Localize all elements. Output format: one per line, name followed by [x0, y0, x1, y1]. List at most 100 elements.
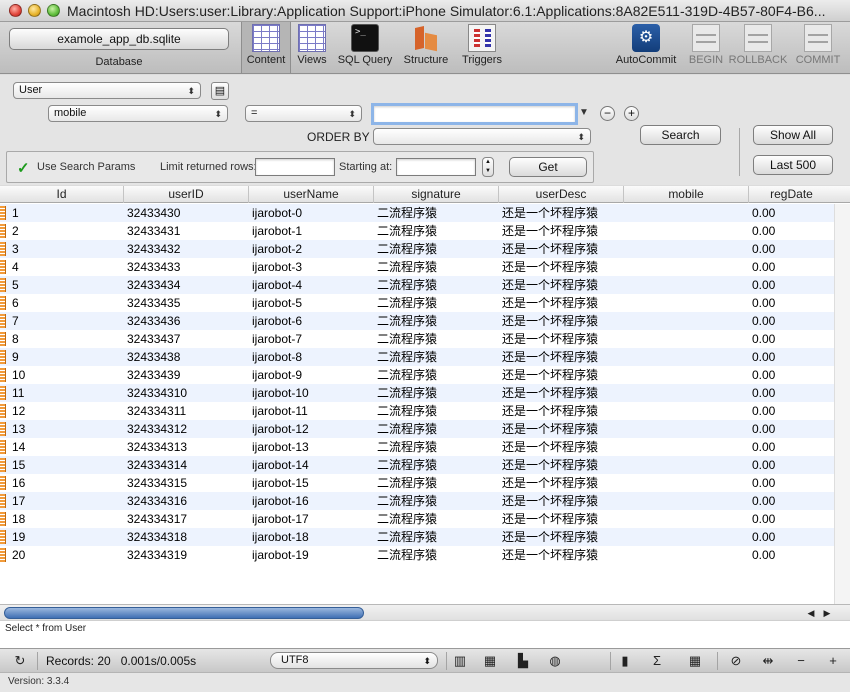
table-cell[interactable]: 0.00 [752, 402, 832, 420]
table-cell[interactable] [627, 510, 747, 528]
split-view-icon[interactable]: ▥ [451, 652, 469, 670]
table-cell[interactable]: 还是一个坏程序猿 [502, 204, 622, 222]
table-cell[interactable]: 0.00 [752, 240, 832, 258]
tab-structure[interactable]: Structure [399, 24, 453, 66]
table-cell[interactable]: 1 [12, 204, 122, 222]
table-cell[interactable]: 14 [12, 438, 122, 456]
table-cell[interactable]: 324334319 [127, 546, 247, 564]
table-cell[interactable]: 17 [12, 492, 122, 510]
chevron-down-icon[interactable]: ▼ [579, 107, 589, 118]
table-cell[interactable]: 3 [12, 240, 122, 258]
sum-icon[interactable]: Σ [648, 652, 666, 670]
table-row[interactable]: 7 32433436 ijarobot-6 二流程序猿 还是一个坏程序猿 0.00 [0, 312, 834, 330]
table-cell[interactable]: 0.00 [752, 222, 832, 240]
table-cell[interactable] [627, 294, 747, 312]
tab-views[interactable]: Views [294, 24, 330, 66]
search-value-input[interactable] [371, 103, 578, 125]
table-cell[interactable]: ijarobot-11 [252, 402, 372, 420]
table-row[interactable]: 6 32433435 ijarobot-5 二流程序猿 还是一个坏程序猿 0.00 [0, 294, 834, 312]
table-cell[interactable]: 0.00 [752, 312, 832, 330]
table-cell[interactable]: ijarobot-16 [252, 492, 372, 510]
table-cell[interactable]: 19 [12, 528, 122, 546]
table-cell[interactable]: ijarobot-19 [252, 546, 372, 564]
column-header-id[interactable]: Id [0, 186, 124, 203]
table-cell[interactable]: ijarobot-13 [252, 438, 372, 456]
table-cell[interactable]: 还是一个坏程序猿 [502, 546, 622, 564]
table-cell[interactable]: 10 [12, 366, 122, 384]
table-cell[interactable]: ijarobot-1 [252, 222, 372, 240]
table-cell[interactable]: 还是一个坏程序猿 [502, 384, 622, 402]
remove-filter-button[interactable]: − [600, 106, 615, 121]
table-row[interactable]: 20 324334319 ijarobot-19 二流程序猿 还是一个坏程序猿 0.00 [0, 546, 834, 564]
table-cell[interactable]: 二流程序猿 [377, 204, 497, 222]
table-row[interactable]: 17 324334316 ijarobot-16 二流程序猿 还是一个坏程序猿 0.00 [0, 492, 834, 510]
column-header-username[interactable]: userName [249, 186, 374, 203]
column-header-userid[interactable]: userID [124, 186, 249, 203]
table-cell[interactable]: 二流程序猿 [377, 492, 497, 510]
table-cell[interactable]: ijarobot-6 [252, 312, 372, 330]
table-cell[interactable]: 16 [12, 474, 122, 492]
table-cell[interactable] [627, 240, 747, 258]
encoding-select[interactable]: UTF8 ⬍ [270, 652, 438, 669]
table-cell[interactable]: 0.00 [752, 294, 832, 312]
table-cell[interactable]: 二流程序猿 [377, 222, 497, 240]
table-cell[interactable]: 二流程序猿 [377, 276, 497, 294]
table-cell[interactable]: 二流程序猿 [377, 438, 497, 456]
table-cell[interactable]: 11 [12, 384, 122, 402]
scroll-right-arrow-icon[interactable]: ▶ [820, 606, 834, 620]
use-search-params-checkbox[interactable]: ✓ [17, 159, 30, 177]
table-info-button[interactable]: ▤ [211, 82, 229, 100]
table-cell[interactable]: 13 [12, 420, 122, 438]
table-cell[interactable]: 二流程序猿 [377, 366, 497, 384]
table-cell[interactable]: 二流程序猿 [377, 294, 497, 312]
tab-content[interactable]: Content [241, 22, 291, 73]
table-cell[interactable] [627, 402, 747, 420]
column-header-mobile[interactable]: mobile [624, 186, 749, 203]
table-cell[interactable]: 324334315 [127, 474, 247, 492]
table-cell[interactable]: 6 [12, 294, 122, 312]
table-row[interactable]: 18 324334317 ijarobot-17 二流程序猿 还是一个坏程序猿 0.00 [0, 510, 834, 528]
commit-button[interactable]: COMMIT [792, 24, 844, 66]
table-row[interactable]: 4 32433433 ijarobot-3 二流程序猿 还是一个坏程序猿 0.00 [0, 258, 834, 276]
table-cell[interactable]: 二流程序猿 [377, 384, 497, 402]
table-row[interactable]: 2 32433431 ijarobot-1 二流程序猿 还是一个坏程序猿 0.00 [0, 222, 834, 240]
table-cell[interactable]: 二流程序猿 [377, 312, 497, 330]
tab-sql-query[interactable]: >_ SQL Query [334, 24, 396, 66]
table-cell[interactable]: 32433439 [127, 366, 247, 384]
table-cell[interactable]: 324334318 [127, 528, 247, 546]
table-cell[interactable]: 324334316 [127, 492, 247, 510]
table-cell[interactable]: 二流程序猿 [377, 402, 497, 420]
table-cell[interactable]: 4 [12, 258, 122, 276]
table-cell[interactable]: 二流程序猿 [377, 348, 497, 366]
horizontal-scroll-thumb[interactable] [4, 607, 364, 619]
database-file-button[interactable]: examole_app_db.sqlite [9, 28, 229, 50]
table-row[interactable]: 3 32433432 ijarobot-2 二流程序猿 还是一个坏程序猿 0.00 [0, 240, 834, 258]
table-cell[interactable]: ijarobot-4 [252, 276, 372, 294]
table-cell[interactable]: 15 [12, 456, 122, 474]
table-cell[interactable]: ijarobot-5 [252, 294, 372, 312]
table-cell[interactable]: 12 [12, 402, 122, 420]
table-cell[interactable]: ijarobot-0 [252, 204, 372, 222]
table-cell[interactable]: 32433430 [127, 204, 247, 222]
table-cell[interactable]: 32433432 [127, 240, 247, 258]
table-row[interactable]: 9 32433438 ijarobot-8 二流程序猿 还是一个坏程序猿 0.00 [0, 348, 834, 366]
table-cell[interactable]: 324334311 [127, 402, 247, 420]
table-view-icon[interactable]: ▦ [481, 652, 499, 670]
table-cell[interactable]: 还是一个坏程序猿 [502, 258, 622, 276]
order-by-select[interactable]: ⬍ [373, 128, 591, 145]
show-all-button[interactable]: Show All [753, 125, 833, 145]
search-button[interactable]: Search [640, 125, 721, 145]
table-cell[interactable]: 二流程序猿 [377, 420, 497, 438]
table-cell[interactable] [627, 384, 747, 402]
table-cell[interactable]: 5 [12, 276, 122, 294]
table-cell[interactable]: 32433436 [127, 312, 247, 330]
table-cell[interactable]: 324334314 [127, 456, 247, 474]
table-cell[interactable]: 还是一个坏程序猿 [502, 312, 622, 330]
table-row[interactable]: 19 324334318 ijarobot-18 二流程序猿 还是一个坏程序猿 0.00 [0, 528, 834, 546]
table-cell[interactable]: 还是一个坏程序猿 [502, 276, 622, 294]
table-row[interactable]: 13 324334312 ijarobot-12 二流程序猿 还是一个坏程序猿 0.00 [0, 420, 834, 438]
table-cell[interactable]: 324334317 [127, 510, 247, 528]
table-cell[interactable] [627, 276, 747, 294]
table-cell[interactable]: 0.00 [752, 492, 832, 510]
table-cell[interactable]: 0.00 [752, 330, 832, 348]
